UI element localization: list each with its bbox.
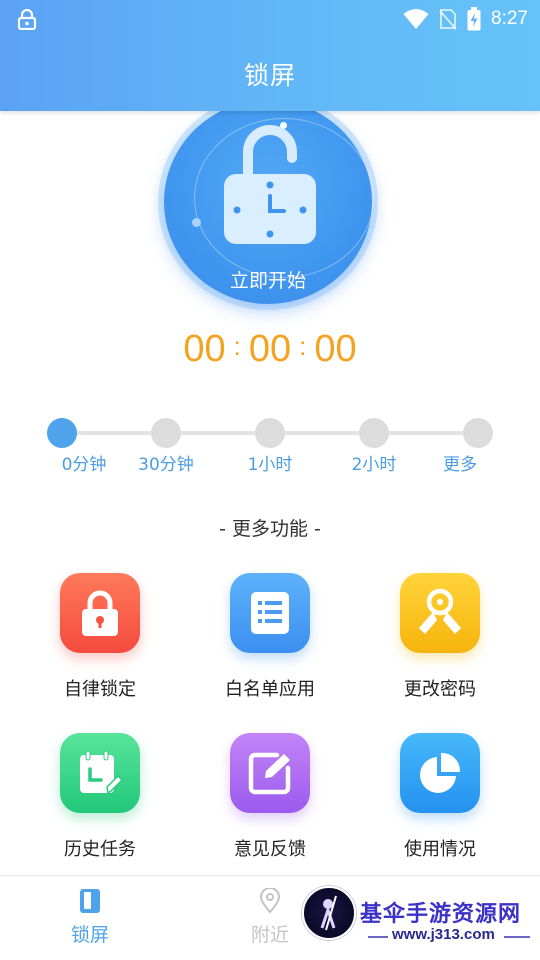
status-time: 8:27	[491, 8, 528, 29]
orbit-dot	[192, 218, 201, 227]
feature-label: 使用情况	[404, 839, 476, 860]
feature-self-lock[interactable]: 自律锁定	[35, 573, 165, 713]
duration-slider[interactable]	[47, 416, 493, 450]
slider-stop-2h[interactable]	[359, 418, 389, 448]
feature-label: 历史任务	[64, 839, 136, 860]
watermark-divider	[504, 936, 530, 938]
start-label[interactable]: 立即开始	[160, 266, 376, 293]
status-bar: 8:27	[0, 0, 540, 38]
padlock-icon	[82, 590, 118, 636]
pie-chart-icon	[420, 752, 461, 793]
timer-separator: :	[233, 331, 241, 361]
change-password-tile[interactable]	[400, 573, 480, 653]
slider-stop-30min[interactable]	[151, 418, 181, 448]
timer-minutes: 00	[248, 328, 292, 370]
feature-feedback[interactable]: 意见反馈	[205, 733, 335, 873]
feature-change-password[interactable]: 更改密码	[375, 573, 505, 713]
duration-label[interactable]: 更多	[443, 450, 477, 475]
feature-label: 更改密码	[404, 679, 476, 700]
countdown-timer: 00:00:00	[0, 328, 540, 371]
timer-separator: :	[299, 331, 307, 361]
duration-label[interactable]: 30分钟	[138, 450, 194, 475]
calendar-edit-icon	[80, 750, 124, 795]
feature-label: 白名单应用	[225, 679, 315, 700]
whitelist-tile[interactable]	[230, 573, 310, 653]
feature-usage-stats[interactable]: 使用情况	[375, 733, 505, 873]
duration-label[interactable]: 0分钟	[62, 450, 107, 475]
status-icons: 8:27	[403, 6, 528, 32]
watermark-url: www.j313.com	[392, 926, 495, 943]
phone-lock-icon	[80, 889, 100, 913]
duration-label[interactable]: 1小时	[248, 450, 293, 475]
wifi-icon	[403, 9, 429, 29]
list-icon	[251, 592, 289, 634]
watermark-title: 基伞手游资源网	[360, 902, 522, 927]
self-lock-tile[interactable]	[60, 573, 140, 653]
keys-icon	[419, 588, 461, 634]
watermark-divider	[368, 936, 388, 938]
page-title: 锁屏	[243, 61, 296, 90]
feature-label: 自律锁定	[64, 679, 136, 700]
feedback-tile[interactable]	[230, 733, 310, 813]
usage-stats-tile[interactable]	[400, 733, 480, 813]
watermark-logo-icon	[302, 886, 356, 940]
slider-stop-more[interactable]	[463, 418, 493, 448]
battery-charging-icon	[467, 7, 481, 31]
history-tasks-tile[interactable]	[60, 733, 140, 813]
no-sim-icon	[439, 9, 457, 30]
duration-labels: 0分钟 30分钟 1小时 2小时 更多	[0, 450, 540, 475]
watermark: 基伞手游资源网 www.j313.com	[302, 886, 538, 950]
slider-stop-0[interactable]	[47, 418, 77, 448]
lock-icon	[17, 8, 37, 30]
slider-stop-1h[interactable]	[255, 418, 285, 448]
feature-whitelist-apps[interactable]: 白名单应用	[205, 573, 335, 713]
app-header: 8:27 锁屏	[0, 0, 540, 111]
feature-history-tasks[interactable]: 历史任务	[35, 733, 165, 873]
feature-label: 意见反馈	[234, 839, 306, 860]
timer-hours: 00	[183, 328, 226, 370]
more-features-title: - 更多功能 -	[219, 518, 321, 540]
nav-label: 锁屏	[70, 924, 109, 946]
location-pin-icon	[259, 887, 281, 914]
timer-seconds: 00	[314, 328, 357, 370]
start-lock-button[interactable]: 立即开始	[160, 100, 376, 304]
duration-label[interactable]: 2小时	[352, 450, 397, 475]
unlocked-clock-lock-icon	[224, 125, 316, 244]
nav-item-lock-screen[interactable]: 锁屏	[30, 888, 150, 947]
edit-icon	[248, 752, 291, 795]
